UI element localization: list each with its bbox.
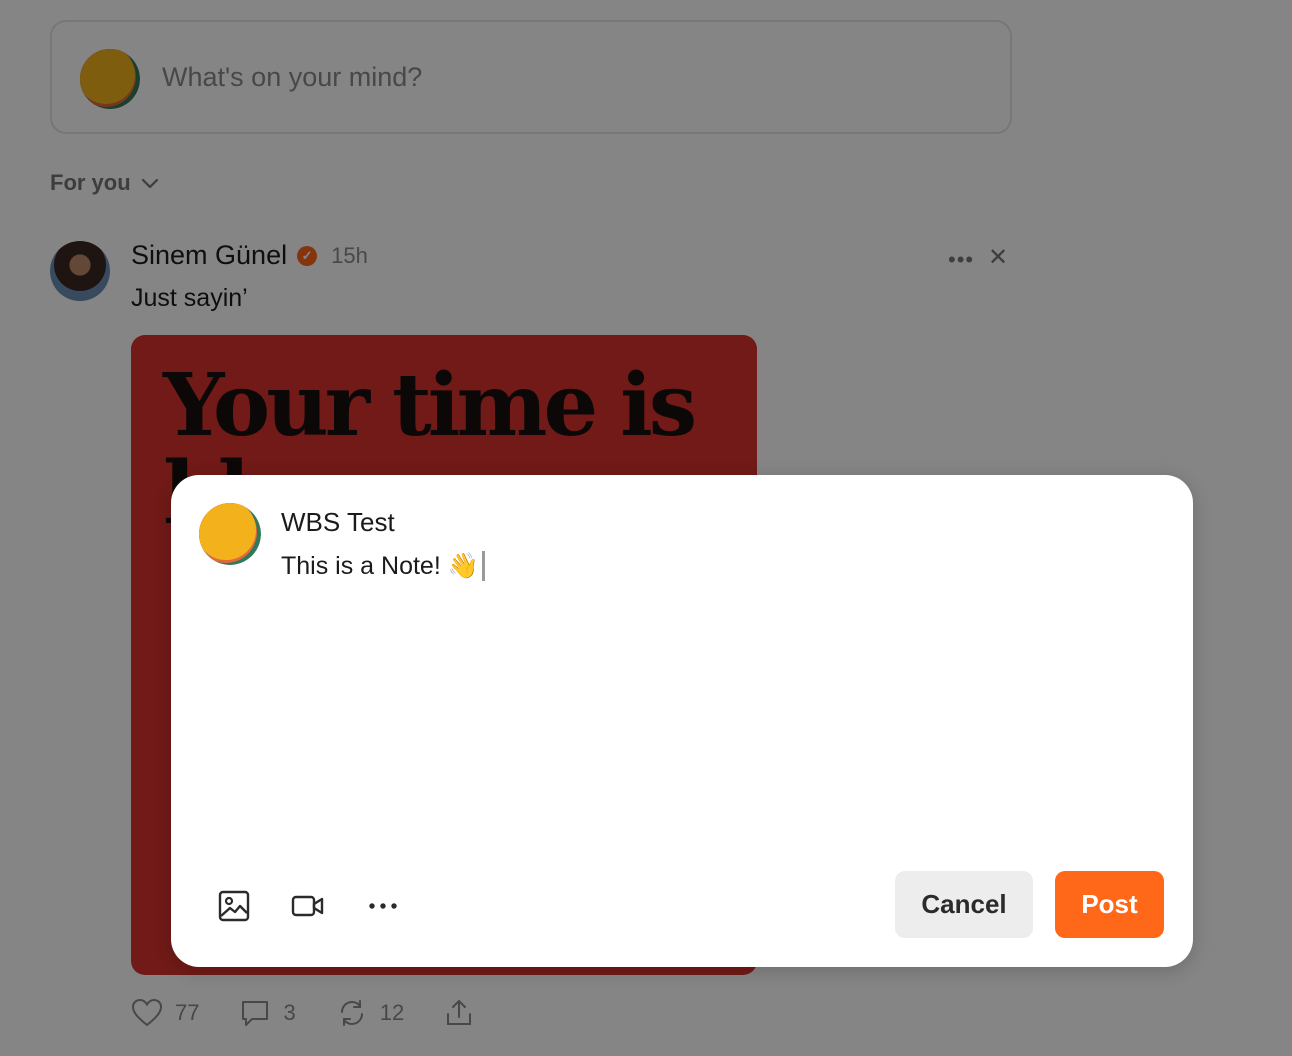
video-icon[interactable]	[289, 887, 327, 925]
user-avatar	[199, 503, 261, 565]
text-cursor	[481, 551, 485, 581]
post-button[interactable]: Post	[1055, 871, 1164, 938]
image-icon[interactable]	[215, 887, 253, 925]
cancel-button[interactable]: Cancel	[895, 871, 1033, 938]
note-composer-modal: WBS Test This is a Note! 👋 Cancel Post	[171, 475, 1193, 967]
note-author-name: WBS Test	[281, 507, 395, 537]
note-text[interactable]: This is a Note! 👋	[281, 552, 479, 581]
note-text-area[interactable]: This is a Note! 👋	[281, 551, 485, 581]
more-icon[interactable]	[364, 887, 402, 925]
